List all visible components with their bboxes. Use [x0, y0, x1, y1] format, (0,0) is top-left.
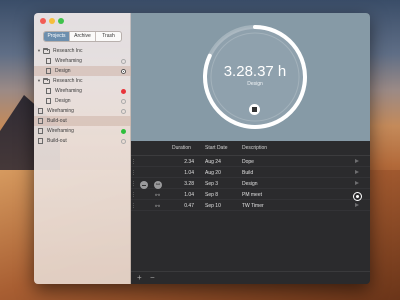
- sidebar-item[interactable]: Design: [34, 96, 131, 106]
- sidebar-item[interactable]: ▼ Research Inc: [34, 46, 131, 56]
- document-icon: [38, 108, 43, 114]
- project-tree: ▼ Research Inc Wireframing Design ▼ Research …: [34, 46, 131, 146]
- cell-duration: 1.04: [184, 192, 194, 198]
- delete-row-button[interactable]: [140, 181, 148, 189]
- folder-icon: [43, 47, 50, 54]
- play-icon[interactable]: [355, 170, 359, 174]
- sidebar-tabs: Projects Archive Trash: [43, 31, 122, 42]
- table-row[interactable]: 1.04 Aug 20 Build: [131, 167, 370, 178]
- drag-handle-icon[interactable]: [133, 159, 134, 164]
- main-pane: 3.28.37 h Design Duration Start Date Des…: [131, 13, 370, 284]
- sidebar-item-label: Wireframing: [55, 58, 82, 64]
- status-indicator-icon[interactable]: [121, 89, 126, 94]
- table-row[interactable]: ⚯ 1.04 Sep 8 PM meet: [131, 189, 370, 201]
- timer-value: 3.28.37 h: [223, 63, 287, 80]
- link-icon[interactable]: ⚯: [155, 203, 160, 210]
- drag-handle-icon[interactable]: [133, 192, 134, 197]
- sidebar-item-label: Wireframing: [55, 88, 82, 94]
- cell-duration: 0.47: [184, 203, 194, 209]
- sidebar-item[interactable]: Build-out: [34, 116, 131, 126]
- status-indicator-icon[interactable]: [121, 129, 126, 134]
- cell-duration: 2.34: [184, 159, 194, 165]
- document-icon: [46, 58, 51, 64]
- sidebar-item[interactable]: Build-out: [34, 136, 131, 146]
- folder-icon: [43, 77, 50, 84]
- cell-description: TW Timer: [242, 203, 264, 209]
- drag-handle-icon[interactable]: [133, 181, 134, 186]
- timer-task-label: Design: [247, 81, 263, 87]
- play-icon[interactable]: [355, 181, 359, 185]
- disclosure-triangle-icon[interactable]: ▼: [37, 46, 41, 56]
- sidebar-item-label: Build-out: [47, 138, 67, 144]
- window-controls: [40, 18, 64, 24]
- column-duration[interactable]: Duration: [172, 145, 191, 151]
- sidebar: Projects Archive Trash ▼ Research Inc Wire…: [34, 13, 131, 284]
- close-window-button[interactable]: [40, 18, 46, 24]
- sidebar-item-label: Wireframing: [47, 108, 74, 114]
- document-icon: [46, 98, 51, 104]
- sidebar-item-label: Research Inc: [53, 48, 83, 54]
- drag-handle-icon[interactable]: [133, 203, 134, 208]
- link-icon[interactable]: ⚯: [155, 192, 160, 199]
- drag-handle-icon[interactable]: [133, 170, 134, 175]
- document-icon: [46, 88, 51, 94]
- entries-table: 2.34 Aug 24 Dope 1.04 Aug 20 Build ⚯ 3.28 Sep 3 D…: [131, 156, 370, 211]
- table-row[interactable]: ⚯ 0.47 Sep 10 TW Timer: [131, 200, 370, 211]
- sidebar-item[interactable]: Wireframing: [34, 126, 131, 136]
- add-button[interactable]: +: [137, 273, 142, 282]
- sidebar-item[interactable]: ▼ Research Inc: [34, 76, 131, 86]
- zoom-window-button[interactable]: [58, 18, 64, 24]
- cell-duration: 1.04: [184, 170, 194, 176]
- status-indicator-icon[interactable]: [121, 69, 126, 74]
- document-icon: [38, 128, 43, 134]
- status-indicator-icon[interactable]: [121, 99, 126, 104]
- sidebar-item-label: Build-out: [47, 118, 67, 124]
- tab-trash[interactable]: Trash: [96, 32, 121, 41]
- status-indicator-icon[interactable]: [121, 109, 126, 114]
- cell-start-date: Aug 20: [205, 170, 221, 176]
- stop-button[interactable]: [249, 104, 260, 115]
- tab-projects[interactable]: Projects: [44, 32, 70, 41]
- cell-start-date: Sep 10: [205, 203, 221, 209]
- cell-description: Build: [242, 170, 254, 176]
- sidebar-item[interactable]: Design: [34, 66, 131, 76]
- sidebar-item-label: Design: [55, 68, 71, 74]
- minimize-window-button[interactable]: [49, 18, 55, 24]
- status-indicator-icon[interactable]: [121, 139, 126, 144]
- timer-panel: 3.28.37 h Design: [131, 13, 370, 141]
- sidebar-item-label: Research Inc: [53, 78, 83, 84]
- app-window: Projects Archive Trash ▼ Research Inc Wire…: [34, 13, 370, 284]
- column-description[interactable]: Description: [242, 145, 267, 151]
- sidebar-item-label: Design: [55, 98, 71, 104]
- cell-description: PM meet: [242, 192, 263, 198]
- cell-start-date: Sep 8: [205, 192, 219, 198]
- link-icon[interactable]: ⚯: [154, 181, 162, 189]
- bottom-toolbar: + −: [131, 271, 370, 284]
- document-icon: [38, 138, 43, 144]
- document-icon: [46, 68, 51, 74]
- cell-start-date: Sep 3: [205, 181, 219, 187]
- tab-archive[interactable]: Archive: [70, 32, 96, 41]
- cell-description: Dope: [242, 159, 254, 165]
- table-row[interactable]: 2.34 Aug 24 Dope: [131, 156, 370, 167]
- remove-button[interactable]: −: [150, 273, 155, 282]
- cell-start-date: Aug 24: [205, 159, 221, 165]
- table-row[interactable]: ⚯ 3.28 Sep 3 Design: [131, 178, 370, 189]
- sidebar-item[interactable]: Wireframing: [34, 106, 131, 116]
- play-icon[interactable]: [355, 203, 359, 207]
- disclosure-triangle-icon[interactable]: ▼: [37, 76, 41, 86]
- column-start-date[interactable]: Start Date: [205, 145, 228, 151]
- play-icon[interactable]: [355, 159, 359, 163]
- table-header: Duration Start Date Description: [131, 141, 370, 156]
- sidebar-item[interactable]: Wireframing: [34, 56, 131, 66]
- status-indicator-icon[interactable]: [121, 59, 126, 64]
- sidebar-item[interactable]: Wireframing: [34, 86, 131, 96]
- cell-description: Design: [242, 181, 258, 187]
- sidebar-item-label: Wireframing: [47, 128, 74, 134]
- document-icon: [38, 118, 43, 124]
- cell-duration: 3.28: [184, 181, 194, 187]
